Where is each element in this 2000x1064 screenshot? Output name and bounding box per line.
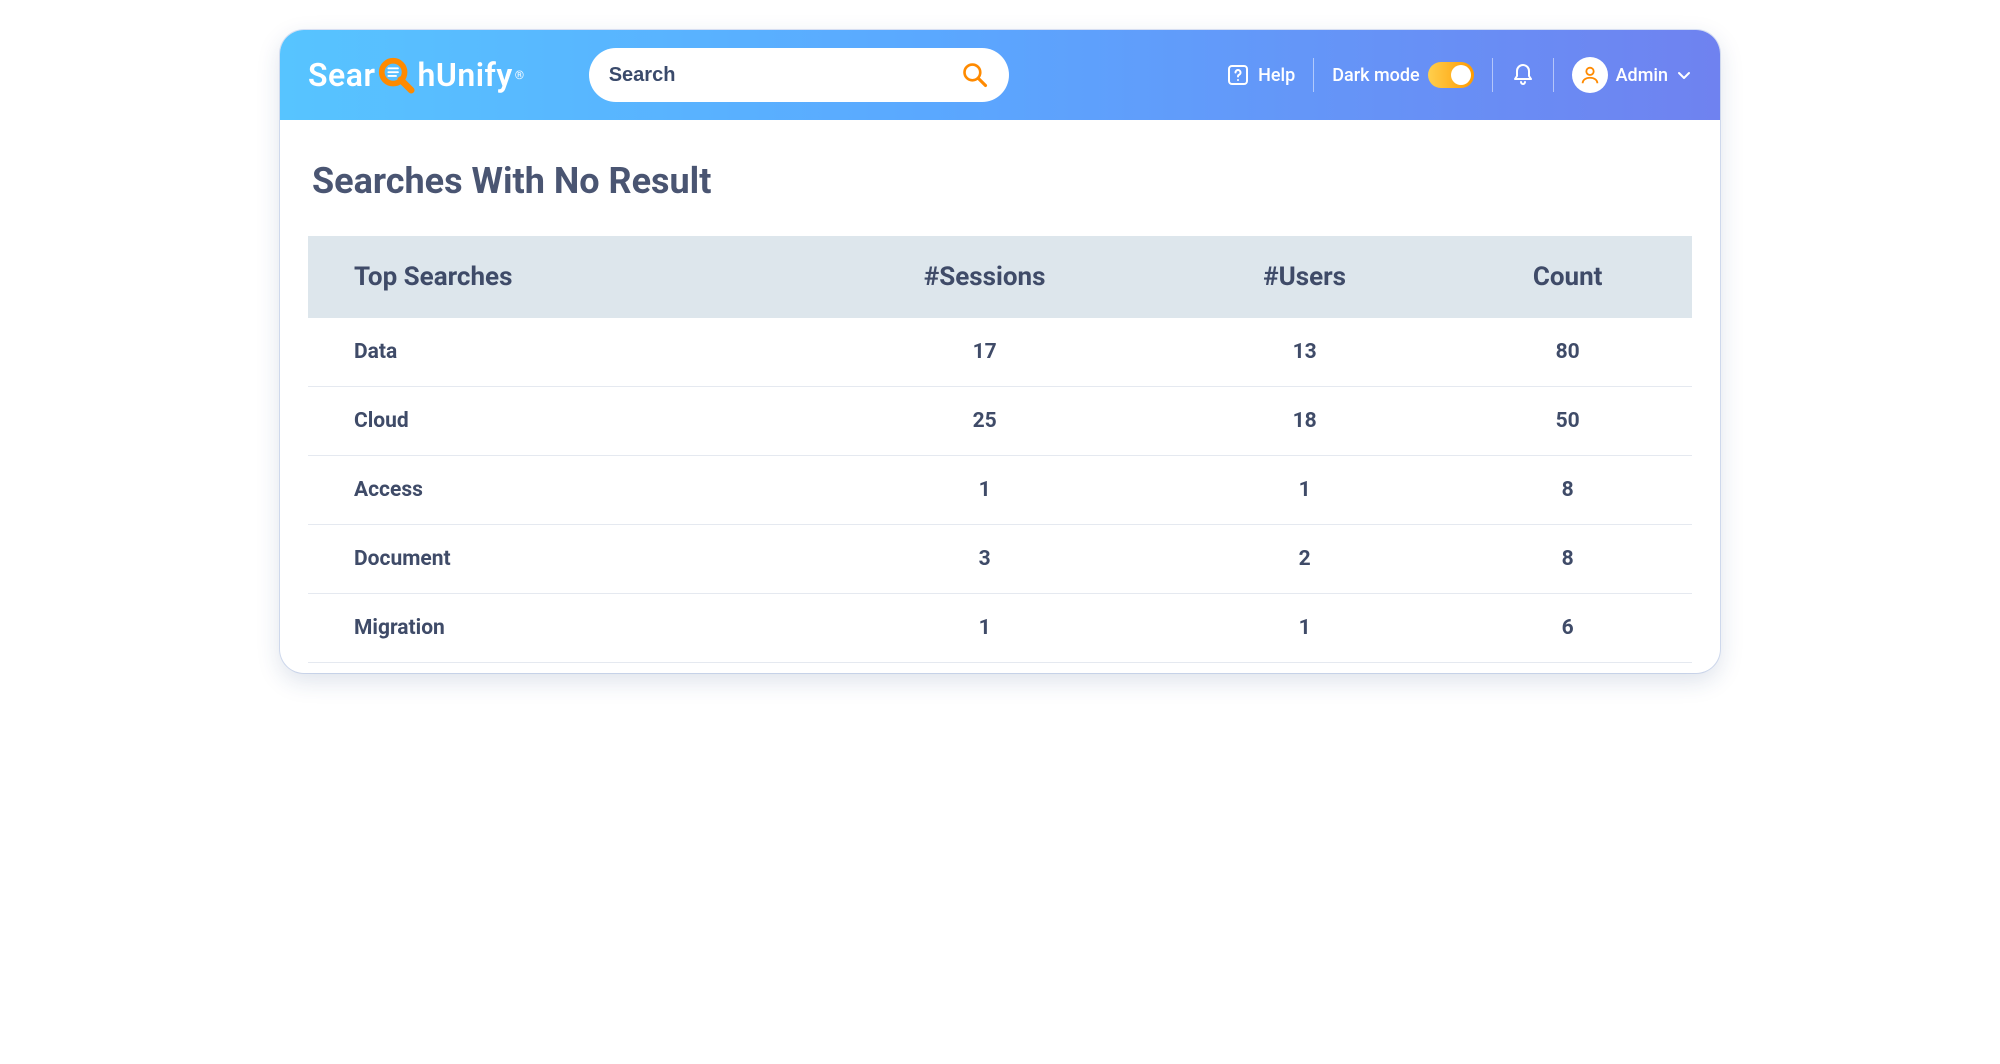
cell-term: Migration xyxy=(308,594,803,663)
brand-text-2: hUnify xyxy=(417,56,512,94)
notifications-button[interactable] xyxy=(1511,63,1535,87)
table-row: Cloud251850 xyxy=(308,387,1692,456)
app-window: Sear hUnify ® xyxy=(280,30,1720,673)
cell-count: 6 xyxy=(1443,594,1692,663)
brand-logo: Sear hUnify ® xyxy=(308,56,525,94)
cell-count: 50 xyxy=(1443,387,1692,456)
help-label: Help xyxy=(1258,65,1295,86)
table-row: Migration116 xyxy=(308,594,1692,663)
help-icon xyxy=(1226,63,1250,87)
cell-count: 80 xyxy=(1443,318,1692,387)
bell-icon xyxy=(1511,63,1535,87)
col-users: #Users xyxy=(1166,236,1443,318)
darkmode-label: Dark mode xyxy=(1332,65,1419,86)
table-row: Access118 xyxy=(308,456,1692,525)
cell-users: 18 xyxy=(1166,387,1443,456)
darkmode-control[interactable]: Dark mode xyxy=(1332,62,1473,88)
header-divider xyxy=(1492,58,1493,92)
search-icon[interactable] xyxy=(961,61,989,89)
app-header: Sear hUnify ® xyxy=(280,30,1720,120)
no-result-table: Top Searches #Sessions #Users Count Data… xyxy=(308,236,1692,663)
help-link[interactable]: Help xyxy=(1226,63,1295,87)
table-row: Data171380 xyxy=(308,318,1692,387)
cell-users: 13 xyxy=(1166,318,1443,387)
cell-sessions: 1 xyxy=(803,594,1165,663)
col-count: Count xyxy=(1443,236,1692,318)
user-label: Admin xyxy=(1616,65,1668,86)
magnifier-logo-icon xyxy=(377,56,415,94)
table-header-row: Top Searches #Sessions #Users Count xyxy=(308,236,1692,318)
cell-sessions: 1 xyxy=(803,456,1165,525)
header-divider xyxy=(1313,58,1314,92)
user-menu[interactable]: Admin xyxy=(1572,57,1692,93)
cell-term: Document xyxy=(308,525,803,594)
cell-term: Access xyxy=(308,456,803,525)
page-title: Searches With No Result xyxy=(308,160,1692,202)
table-row: Document328 xyxy=(308,525,1692,594)
cell-term: Cloud xyxy=(308,387,803,456)
cell-count: 8 xyxy=(1443,456,1692,525)
page-content: Searches With No Result Top Searches #Se… xyxy=(280,120,1720,673)
cell-sessions: 25 xyxy=(803,387,1165,456)
col-sessions: #Sessions xyxy=(803,236,1165,318)
darkmode-toggle[interactable] xyxy=(1428,62,1474,88)
search-input[interactable] xyxy=(609,64,961,87)
header-actions: Help Dark mode xyxy=(1226,57,1692,93)
cell-count: 8 xyxy=(1443,525,1692,594)
cell-users: 1 xyxy=(1166,594,1443,663)
search-box[interactable] xyxy=(589,48,1009,102)
cell-sessions: 3 xyxy=(803,525,1165,594)
header-divider xyxy=(1553,58,1554,92)
cell-users: 2 xyxy=(1166,525,1443,594)
brand-text-1: Sear xyxy=(308,56,375,94)
cell-users: 1 xyxy=(1166,456,1443,525)
avatar xyxy=(1572,57,1608,93)
cell-term: Data xyxy=(308,318,803,387)
brand-registered: ® xyxy=(515,68,525,82)
chevron-down-icon xyxy=(1676,67,1692,83)
cell-sessions: 17 xyxy=(803,318,1165,387)
col-top-searches: Top Searches xyxy=(308,236,803,318)
